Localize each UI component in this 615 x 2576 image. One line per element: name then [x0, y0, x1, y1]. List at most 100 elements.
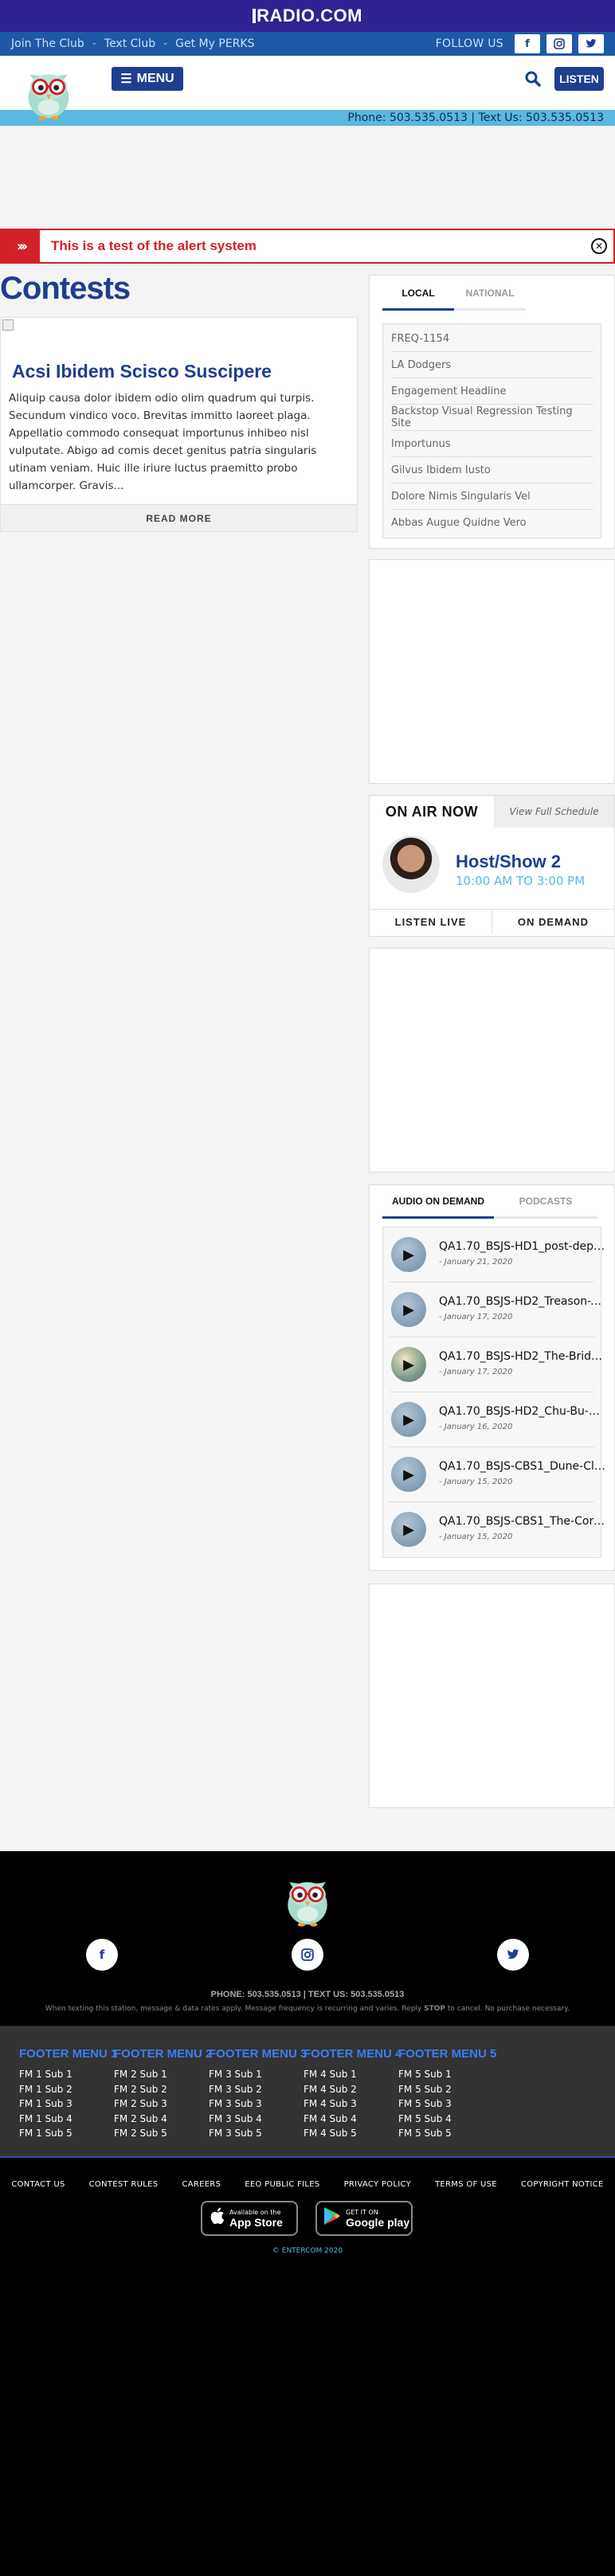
footer-menu-title[interactable]: FOOTER MENU 5 [398, 2047, 496, 2061]
twitter-icon[interactable] [497, 1939, 529, 1971]
contact-us-link[interactable]: CONTACT US [11, 2180, 65, 2189]
footer-menu-item[interactable]: FM 5 Sub 1 [398, 2067, 492, 2082]
read-more-button[interactable]: READ MORE [1, 504, 357, 531]
search-icon[interactable] [524, 70, 542, 88]
play-icon[interactable]: ▶ [391, 1402, 426, 1437]
footer-menu-item[interactable]: FM 5 Sub 4 [398, 2112, 492, 2127]
footer-menu-title[interactable]: FOOTER MENU 2 [114, 2047, 212, 2061]
follow-us: FOLLOW US f [436, 34, 604, 53]
footer-menu-item[interactable]: FM 3 Sub 2 [209, 2082, 303, 2097]
footer-menu-item[interactable]: FM 4 Sub 5 [304, 2126, 398, 2141]
episode-title[interactable]: QA1.70_BSJS-HD2_Chu-Bu-and-Sheemish [439, 1405, 606, 1418]
list-item[interactable]: Engagement Headline [391, 378, 593, 405]
episode-title[interactable]: QA1.70_BSJS-HD1_post-deployment [439, 1240, 606, 1253]
footer-menu-item[interactable]: FM 3 Sub 1 [209, 2067, 303, 2082]
listen-button[interactable]: LISTEN [554, 67, 604, 91]
footer-menu-item[interactable]: FM 4 Sub 4 [304, 2112, 398, 2127]
app-store-badge[interactable]: Available on the App Store [201, 2201, 298, 2236]
footer-menu-item[interactable]: FM 1 Sub 5 [19, 2126, 113, 2141]
episode-title[interactable]: QA1.70_BSJS-HD2_The-Bride-Bride [439, 1350, 606, 1363]
close-icon[interactable]: ✕ [591, 238, 607, 254]
tab-national[interactable]: NATIONAL [454, 284, 526, 311]
privacy-policy-link[interactable]: PRIVACY POLICY [344, 2180, 411, 2189]
on-demand-button[interactable]: ON DEMAND [492, 910, 614, 934]
radio-com-logo[interactable]: RADIO.COM [253, 6, 362, 26]
owl-mascot-logo[interactable] [277, 1867, 338, 1928]
footer-menu-item[interactable]: FM 5 Sub 3 [398, 2096, 492, 2112]
list-item[interactable]: Abbas Augue Quidne Vero [391, 510, 593, 536]
menu-button[interactable]: ☰ MENU [112, 67, 183, 91]
list-item[interactable]: FREQ-1154 [391, 326, 593, 352]
footer-menu-item[interactable]: FM 2 Sub 1 [114, 2067, 208, 2082]
footer-menu-item[interactable]: FM 3 Sub 3 [209, 2096, 303, 2112]
eeo-public-files-link[interactable]: EEO PUBLIC FILES [245, 2180, 319, 2189]
footer-menu-title[interactable]: FOOTER MENU 4 [304, 2047, 402, 2061]
footer-menu-title[interactable]: FOOTER MENU 1 [19, 2047, 117, 2061]
instagram-icon[interactable] [292, 1939, 323, 1971]
listen-live-button[interactable]: LISTEN LIVE [370, 910, 492, 934]
terms-of-use-link[interactable]: TERMS OF USE [435, 2180, 497, 2189]
footer-menu-item[interactable]: FM 3 Sub 5 [209, 2126, 303, 2141]
host-avatar[interactable] [382, 836, 440, 893]
footer-menu-item[interactable]: FM 3 Sub 4 [209, 2112, 303, 2127]
footer-menu-item[interactable]: FM 2 Sub 3 [114, 2096, 208, 2112]
instagram-icon[interactable] [546, 34, 572, 53]
footer-menu-item[interactable]: FM 2 Sub 2 [114, 2082, 208, 2097]
contest-image[interactable] [2, 319, 14, 331]
secondary-nav: Join The Club - Text Club - Get My PERKS… [0, 32, 615, 56]
host-name[interactable]: Host/Show 2 [456, 851, 561, 872]
join-the-club-link[interactable]: Join The Club [11, 37, 84, 50]
owl-mascot-logo[interactable] [18, 59, 80, 121]
episode-date: - January 21, 2020 [439, 1258, 513, 1266]
get-my-perks-link[interactable]: Get My PERKS [175, 37, 254, 50]
list-item[interactable]: ▶ QA1.70_BSJS-HD2_Treason-Tree - January… [390, 1282, 606, 1337]
list-item[interactable]: Importunus [391, 431, 593, 457]
footer-menu-item[interactable]: FM 1 Sub 1 [19, 2067, 113, 2082]
footer-top: f PHONE: 503.535.0513 | TEXT US: 503.535… [0, 1851, 615, 2026]
footer-menu-item[interactable]: FM 1 Sub 4 [19, 2112, 113, 2127]
list-item[interactable]: ▶ QA1.70_BSJS-HD2_The-Bride-Bride - Janu… [390, 1337, 606, 1392]
play-icon[interactable]: ▶ [391, 1237, 426, 1272]
play-icon[interactable]: ▶ [391, 1512, 426, 1547]
footer-menu-item[interactable]: FM 1 Sub 2 [19, 2082, 113, 2097]
view-schedule-link[interactable]: View Full Schedule [494, 796, 614, 828]
list-item[interactable]: Gilvus Ibidem Iusto [391, 457, 593, 483]
play-icon[interactable]: ▶ [391, 1292, 426, 1327]
list-item[interactable]: ▶ QA1.70_BSJS-CBS1_The-Corridor - Januar… [390, 1502, 606, 1557]
play-icon[interactable]: ▶ [391, 1347, 426, 1382]
footer-menu-item[interactable]: FM 1 Sub 3 [19, 2096, 113, 2112]
episode-title[interactable]: QA1.70_BSJS-HD2_Treason-Tree [439, 1295, 606, 1308]
footer-menu-item[interactable]: FM 5 Sub 5 [398, 2126, 492, 2141]
footer-menu-item[interactable]: FM 2 Sub 4 [114, 2112, 208, 2127]
list-item[interactable]: ▶ QA1.70_BSJS-HD1_post-deployment - Janu… [390, 1227, 606, 1282]
twitter-icon[interactable] [578, 34, 604, 53]
tab-local[interactable]: LOCAL [382, 284, 454, 311]
tab-podcasts[interactable]: PODCASTS [494, 1192, 597, 1219]
chevrons-icon: ››› [2, 230, 40, 262]
footer-menu-item[interactable]: FM 2 Sub 5 [114, 2126, 208, 2141]
copyright-notice-link[interactable]: COPYRIGHT NOTICE [521, 2180, 604, 2189]
facebook-icon[interactable]: f [86, 1939, 118, 1971]
list-item[interactable]: Dolore Nimis Singularis Vel [391, 483, 593, 510]
google-play-badge[interactable]: GET IT ON Google play [315, 2201, 413, 2236]
episode-title[interactable]: QA1.70_BSJS-CBS1_The-Corridor [439, 1515, 606, 1528]
tab-audio-on-demand[interactable]: AUDIO ON DEMAND [382, 1192, 494, 1219]
list-item[interactable]: Backstop Visual Regression Testing Site [391, 405, 593, 431]
link-separator: - [92, 37, 96, 50]
footer-menu-item[interactable]: FM 5 Sub 2 [398, 2082, 492, 2097]
episode-title[interactable]: QA1.70_BSJS-CBS1_Dune-Club [439, 1460, 606, 1473]
footer-menu-item[interactable]: FM 4 Sub 1 [304, 2067, 398, 2082]
list-item[interactable]: ▶ QA1.70_BSJS-HD2_Chu-Bu-and-Sheemish - … [390, 1392, 606, 1447]
footer-menu-title[interactable]: FOOTER MENU 3 [209, 2047, 307, 2061]
contest-title[interactable]: Acsi Ibidem Scisco Suscipere [12, 361, 272, 382]
list-item[interactable]: LA Dodgers [391, 352, 593, 378]
play-icon[interactable]: ▶ [391, 1457, 426, 1492]
careers-link[interactable]: CAREERS [182, 2180, 221, 2189]
footer-menu-item[interactable]: FM 4 Sub 3 [304, 2096, 398, 2112]
footer-menu-item[interactable]: FM 4 Sub 2 [304, 2082, 398, 2097]
contest-rules-link[interactable]: CONTEST RULES [89, 2180, 159, 2189]
text-club-link[interactable]: Text Club [104, 37, 155, 50]
list-item[interactable]: ▶ QA1.70_BSJS-CBS1_Dune-Club - January 1… [390, 1447, 606, 1502]
facebook-icon[interactable]: f [515, 34, 540, 53]
hamburger-icon: ☰ [120, 72, 132, 86]
